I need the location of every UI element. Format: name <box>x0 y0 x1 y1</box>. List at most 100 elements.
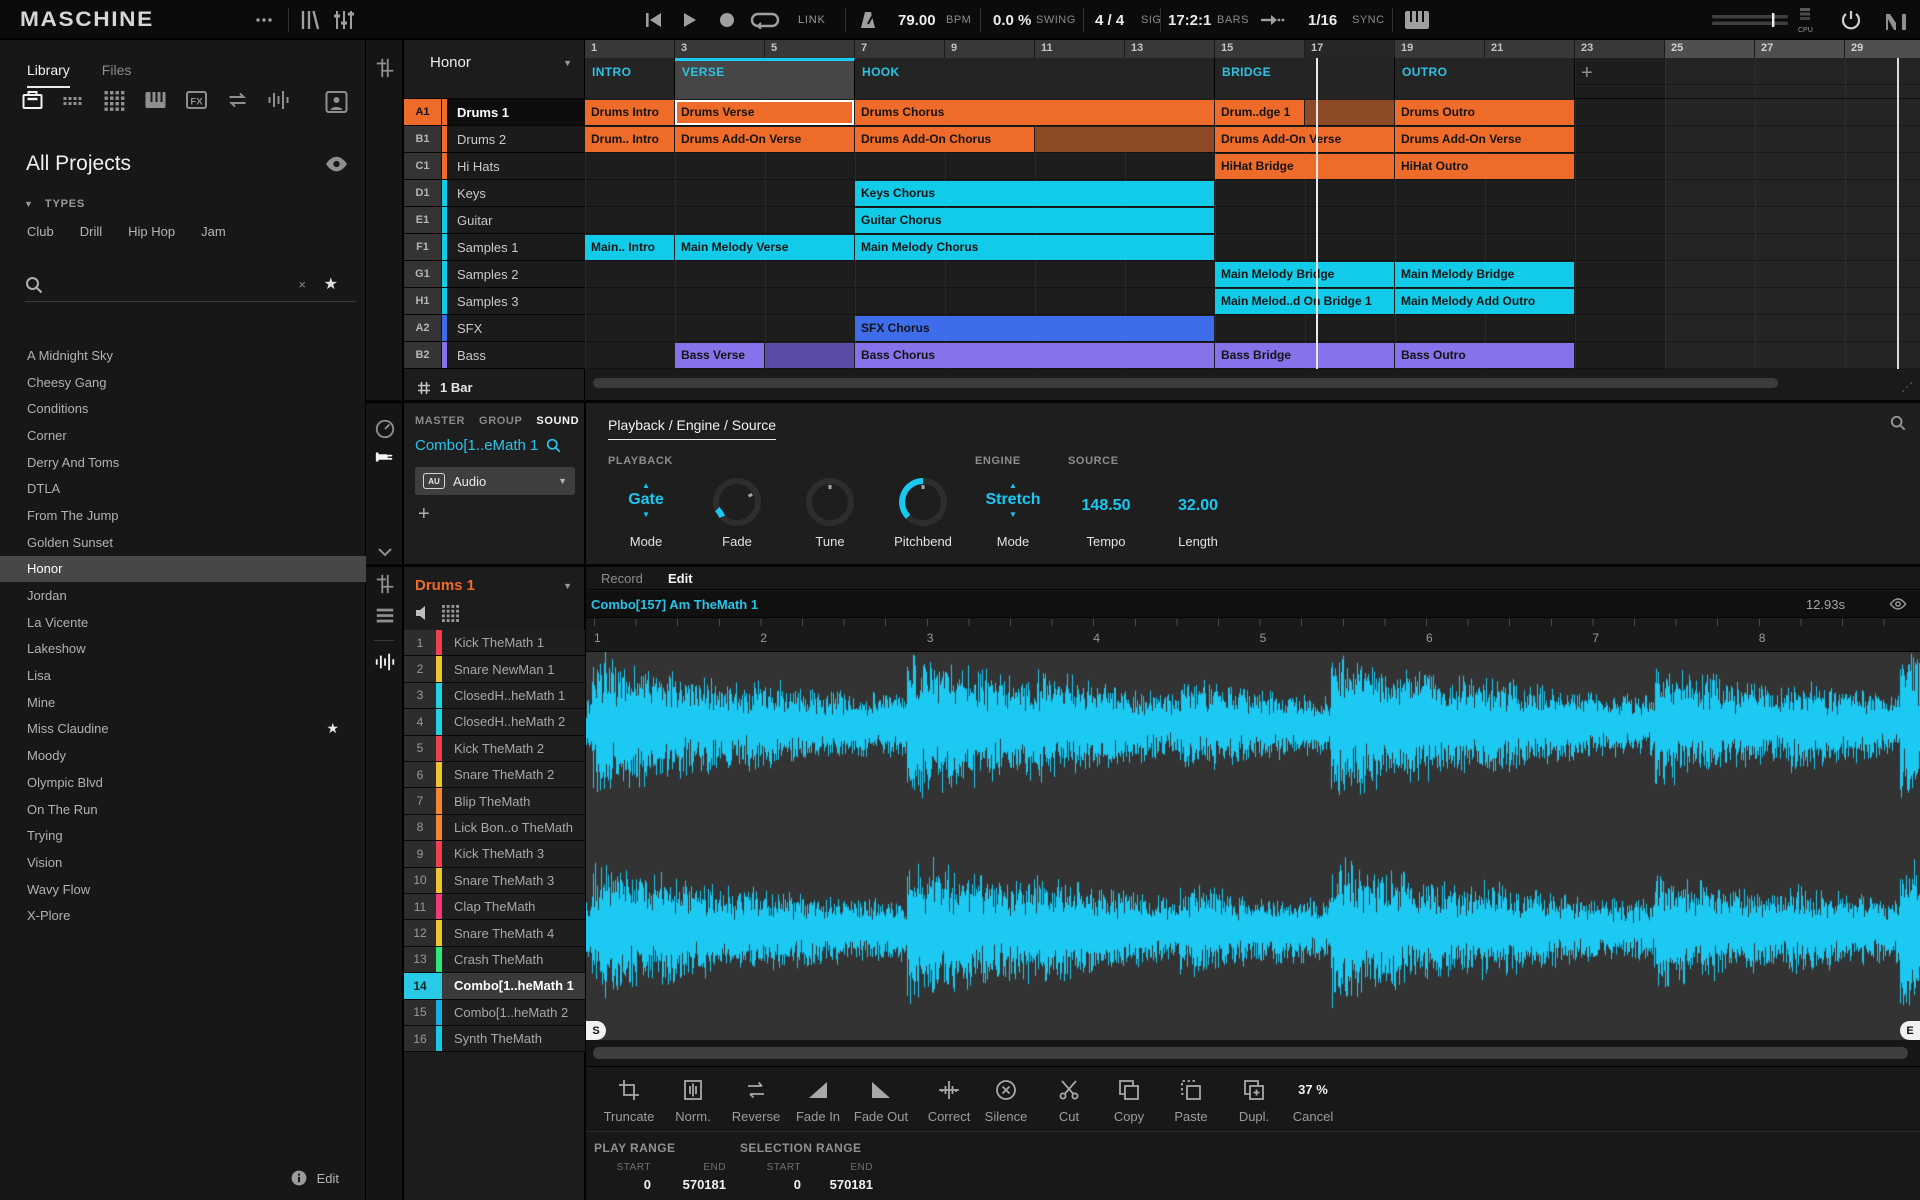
pattern-block[interactable]: Bass Outro <box>1395 343 1574 368</box>
pattern-block[interactable]: Main Melody Chorus <box>855 235 1214 260</box>
pad-name[interactable]: Blip TheMath <box>442 788 585 813</box>
scene-header[interactable]: OUTRO <box>1395 58 1575 99</box>
project-item[interactable]: Corner <box>0 422 366 449</box>
plugin-slot[interactable]: AU Audio ▼ <box>415 467 575 495</box>
menu-dots-icon[interactable] <box>254 0 274 40</box>
norm-button[interactable]: Norm. <box>658 1075 728 1124</box>
pad-row[interactable]: 16Synth TheMath <box>404 1026 585 1052</box>
pad-number[interactable]: 13 <box>404 947 436 972</box>
group-id[interactable]: E1 <box>404 207 442 233</box>
tune-knob[interactable] <box>804 476 856 528</box>
pad-number[interactable]: 11 <box>404 894 436 919</box>
search-clear-icon[interactable]: × <box>298 277 306 292</box>
waveform-canvas[interactable] <box>586 652 1920 1040</box>
group-id[interactable]: H1 <box>404 288 442 314</box>
project-item[interactable]: La Vicente <box>0 609 366 636</box>
pad-number[interactable]: 5 <box>404 736 436 761</box>
group-name[interactable]: Samples 1 <box>447 234 585 260</box>
pattern-block[interactable]: Drums Add-On Verse <box>1215 127 1394 152</box>
project-item[interactable]: DTLA <box>0 475 366 502</box>
sel-start-value[interactable]: 0 <box>746 1177 801 1192</box>
timeline-bar[interactable]: 15 <box>1215 40 1305 58</box>
pattern-block[interactable]: Bass Chorus <box>855 343 1214 368</box>
instruments-filter-icon[interactable] <box>143 88 168 112</box>
follow-icon[interactable] <box>1260 0 1286 40</box>
sound-name[interactable]: Combo[1..eMath 1 <box>415 437 538 454</box>
down-arrow-icon[interactable]: ▼ <box>606 510 686 519</box>
tab-sound[interactable]: SOUND <box>536 415 579 427</box>
pad-row[interactable]: 7Blip TheMath <box>404 788 585 814</box>
pattern-block[interactable]: Guitar Chorus <box>855 208 1214 233</box>
group-name[interactable]: Drums 1 <box>447 99 585 125</box>
pattern-block[interactable]: Main Melod..d On Bridge 1 <box>1215 289 1394 314</box>
plugin-page-title[interactable]: Playback / Engine / Source <box>608 417 776 440</box>
timeline-bar[interactable]: 17 <box>1305 40 1395 58</box>
tab-record[interactable]: Record <box>601 571 643 586</box>
pad-number[interactable]: 9 <box>404 841 436 866</box>
timeline-bar[interactable]: 25 <box>1665 40 1755 58</box>
sig-value[interactable]: 4 / 4 <box>1095 0 1124 40</box>
group-dropdown[interactable]: Drums 1 <box>415 577 475 594</box>
link-toggle[interactable]: LINK <box>798 0 826 40</box>
tab-edit[interactable]: Edit <box>668 571 693 586</box>
fadeout-button[interactable]: Fade Out <box>846 1075 916 1124</box>
pad-row[interactable]: 5Kick TheMath 2 <box>404 736 585 762</box>
pad-number[interactable]: 8 <box>404 815 436 840</box>
scene-header[interactable]: INTRO <box>585 58 675 99</box>
collapse-chevron-icon[interactable] <box>374 545 396 559</box>
play-start-value[interactable]: 0 <box>596 1177 651 1192</box>
timeline-bar[interactable]: 3 <box>675 40 765 58</box>
up-arrow-icon[interactable]: ▲ <box>606 481 686 490</box>
pad-row[interactable]: 11Clap TheMath <box>404 894 585 920</box>
pad-name[interactable]: Snare NewMan 1 <box>442 656 585 681</box>
pad-row[interactable]: 15Combo[1..heMath 2 <box>404 1000 585 1026</box>
fade-knob[interactable] <box>711 476 763 528</box>
sel-end-value[interactable]: 570181 <box>808 1177 873 1192</box>
playback-mode-selector[interactable]: ▲ Gate ▼ <box>606 481 686 519</box>
length-value[interactable]: 32.00 <box>1148 497 1248 515</box>
group-row[interactable]: D1Keys <box>404 180 585 207</box>
group-id[interactable]: A1 <box>404 99 442 125</box>
pad-row[interactable]: 4ClosedH..heMath 2 <box>404 709 585 735</box>
group-row[interactable]: E1Guitar <box>404 207 585 234</box>
tab-master[interactable]: MASTER <box>415 415 465 427</box>
cancel-button[interactable]: 37 %Cancel <box>1278 1075 1348 1124</box>
pad-name[interactable]: Kick TheMath 2 <box>442 736 585 761</box>
pad-name[interactable]: Kick TheMath 3 <box>442 841 585 866</box>
pad-number[interactable]: 3 <box>404 683 436 708</box>
scene-header[interactable]: VERSE <box>675 58 855 99</box>
pad-row[interactable]: 14Combo[1..heMath 1 <box>404 973 585 999</box>
pad-row[interactable]: 2Snare NewMan 1 <box>404 656 585 682</box>
project-item[interactable]: Trying <box>0 822 366 849</box>
timeline-bar[interactable]: 21 <box>1485 40 1575 58</box>
pad-name[interactable]: Combo[1..heMath 1 <box>442 973 585 998</box>
browser-icon[interactable] <box>298 0 322 40</box>
types-header[interactable]: ▼ TYPES <box>24 198 85 210</box>
pattern-block[interactable]: Drums Outro <box>1395 100 1574 125</box>
sync-value[interactable]: 1/16 <box>1308 0 1337 40</box>
pad-name[interactable]: Combo[1..heMath 2 <box>442 1000 585 1025</box>
star-icon[interactable]: ★ <box>326 720 339 737</box>
project-item[interactable]: Golden Sunset <box>0 529 366 556</box>
timeline-bar[interactable]: 19 <box>1395 40 1485 58</box>
editor-scrollbar-thumb[interactable] <box>593 1047 1908 1059</box>
group-row[interactable]: F1Samples 1 <box>404 234 585 261</box>
pattern-block[interactable]: Main Melody Add Outro <box>1395 289 1574 314</box>
timeline-bar[interactable]: 13 <box>1125 40 1215 58</box>
record-button[interactable] <box>719 0 735 40</box>
plugin-icon[interactable] <box>374 446 396 468</box>
play-button[interactable] <box>682 0 698 40</box>
group-row[interactable]: A1Drums 1 <box>404 99 585 126</box>
search-field[interactable]: × ★ <box>25 272 356 302</box>
pad-name[interactable]: Kick TheMath 1 <box>442 630 585 655</box>
project-item[interactable]: On The Run <box>0 796 366 823</box>
pattern-block[interactable]: Keys Chorus <box>855 181 1214 206</box>
pattern-block[interactable]: HiHat Outro <box>1395 154 1574 179</box>
project-item[interactable]: Wavy Flow <box>0 876 366 903</box>
timeline-bar[interactable]: 29 <box>1845 40 1920 58</box>
pattern-block[interactable]: Drums Add-On Verse <box>675 127 854 152</box>
pattern-block[interactable]: Main Melody Verse <box>675 235 854 260</box>
sound-list-icon[interactable] <box>374 605 396 627</box>
group-name[interactable]: Keys <box>447 180 585 206</box>
pattern-block[interactable]: Bass Bridge <box>1215 343 1394 368</box>
